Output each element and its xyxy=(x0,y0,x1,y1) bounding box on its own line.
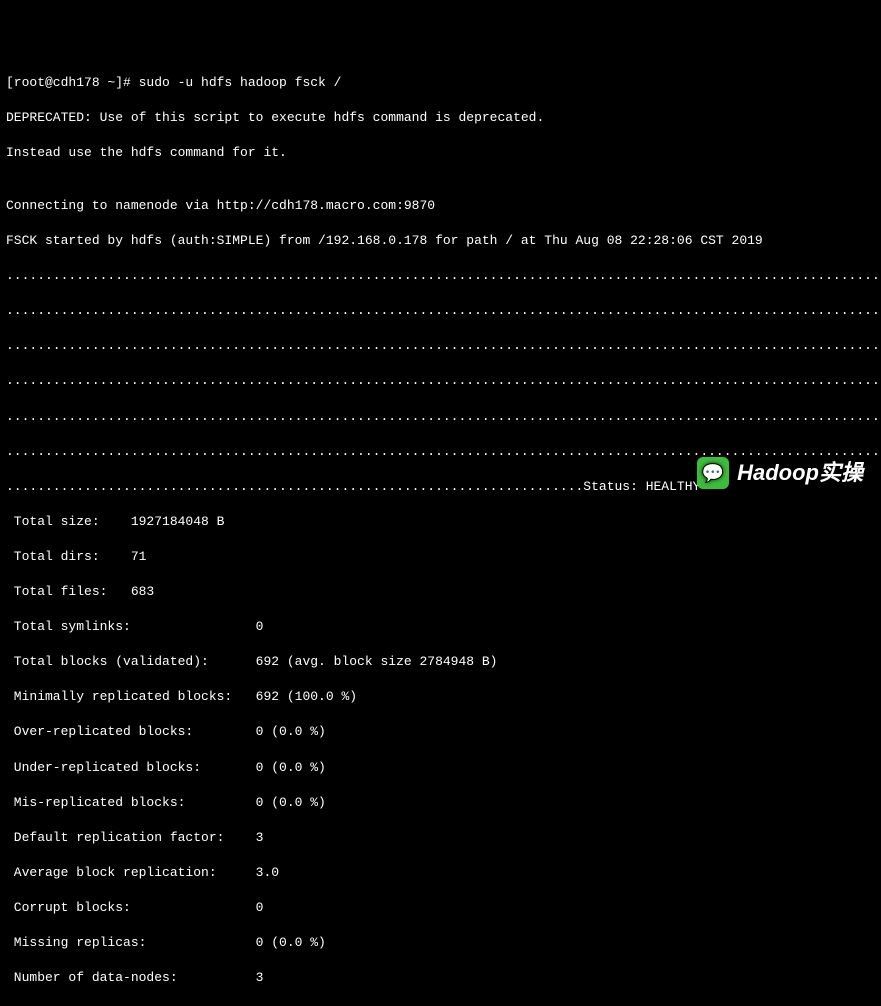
stat-total-symlinks: Total symlinks: 0 xyxy=(6,618,875,636)
stat-total-dirs: Total dirs: 71 xyxy=(6,548,875,566)
stat-under-replicated: Under-replicated blocks: 0 (0.0 %) xyxy=(6,759,875,777)
stat-total-size: Total size: 1927184048 B xyxy=(6,513,875,531)
stat-total-files: Total files: 683 xyxy=(6,583,875,601)
watermark: 💬 Hadoop实操 xyxy=(697,457,863,489)
stat-racks: Number of racks: 1 xyxy=(6,1004,875,1006)
prompt-line[interactable]: [root@cdh178 ~]# sudo -u hdfs hadoop fsc… xyxy=(6,74,875,92)
progress-dots: ........................................… xyxy=(6,372,875,390)
progress-dots: ........................................… xyxy=(6,267,875,285)
wechat-icon: 💬 xyxy=(697,457,729,489)
stat-mis-replicated: Mis-replicated blocks: 0 (0.0 %) xyxy=(6,794,875,812)
stat-min-replicated: Minimally replicated blocks: 692 (100.0 … xyxy=(6,688,875,706)
progress-dots: ........................................… xyxy=(6,337,875,355)
stat-data-nodes: Number of data-nodes: 3 xyxy=(6,969,875,987)
deprecated-msg-1: DEPRECATED: Use of this script to execut… xyxy=(6,109,875,127)
stat-avg-block-repl: Average block replication: 3.0 xyxy=(6,864,875,882)
stat-default-repl-factor: Default replication factor: 3 xyxy=(6,829,875,847)
connecting-line: Connecting to namenode via http://cdh178… xyxy=(6,197,875,215)
fsck-started-line: FSCK started by hdfs (auth:SIMPLE) from … xyxy=(6,232,875,250)
stat-missing-replicas: Missing replicas: 0 (0.0 %) xyxy=(6,934,875,952)
stat-total-blocks: Total blocks (validated): 692 (avg. bloc… xyxy=(6,653,875,671)
stat-corrupt-blocks: Corrupt blocks: 0 xyxy=(6,899,875,917)
progress-dots: ........................................… xyxy=(6,302,875,320)
deprecated-msg-2: Instead use the hdfs command for it. xyxy=(6,144,875,162)
watermark-text: Hadoop实操 xyxy=(737,458,863,488)
progress-dots: ........................................… xyxy=(6,408,875,426)
stat-over-replicated: Over-replicated blocks: 0 (0.0 %) xyxy=(6,723,875,741)
